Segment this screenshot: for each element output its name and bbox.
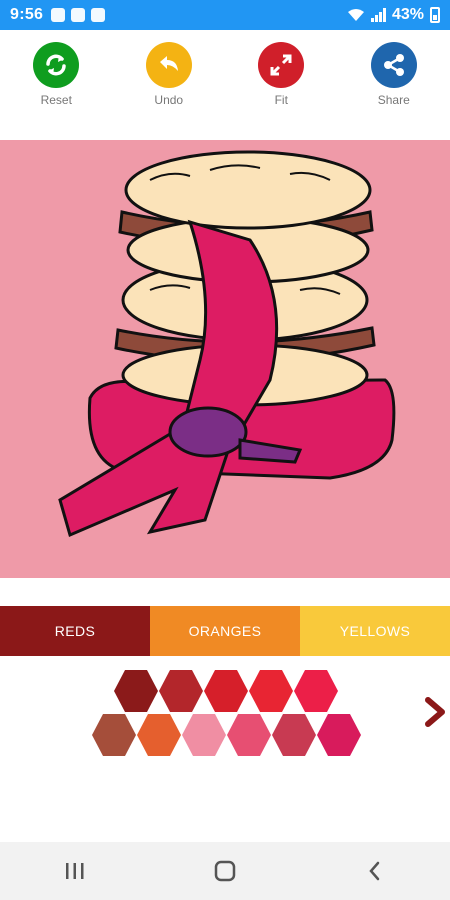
share-label: Share xyxy=(377,93,410,107)
share-icon xyxy=(370,42,417,88)
toolbar: Reset Undo Fit Share xyxy=(0,30,450,140)
color-swatch[interactable] xyxy=(249,670,293,712)
notification-icons xyxy=(51,8,106,22)
back-icon xyxy=(369,861,380,881)
fit-button[interactable]: Fit xyxy=(236,42,326,107)
color-swatch[interactable] xyxy=(92,714,136,756)
tab-yellows[interactable]: YELLOWS xyxy=(300,606,450,656)
color-swatch[interactable] xyxy=(227,714,271,756)
messenger-icon xyxy=(51,8,66,22)
color-swatch[interactable] xyxy=(272,714,316,756)
app-notification-icon xyxy=(71,8,86,22)
recent-apps-icon xyxy=(66,863,84,879)
color-swatch[interactable] xyxy=(114,670,158,712)
reset-button[interactable]: Reset xyxy=(11,42,101,107)
expand-icon xyxy=(258,42,305,88)
color-swatch[interactable] xyxy=(182,714,226,756)
wifi-icon xyxy=(347,9,364,21)
undo-icon xyxy=(145,42,192,88)
battery-percent: 43% xyxy=(391,6,424,23)
color-category-tabs: REDS ORANGES YELLOWS xyxy=(0,606,450,656)
tab-oranges[interactable]: ORANGES xyxy=(150,606,300,656)
status-bar: 9:56 43% xyxy=(0,0,450,30)
status-right: 43% xyxy=(347,6,440,24)
signal-icon xyxy=(370,8,386,22)
color-swatch[interactable] xyxy=(204,670,248,712)
status-time: 9:56 xyxy=(10,6,44,23)
calendar-icon xyxy=(91,8,106,22)
color-swatch[interactable] xyxy=(159,670,203,712)
tab-reds[interactable]: REDS xyxy=(0,606,150,656)
share-button[interactable]: Share xyxy=(349,42,439,107)
refresh-icon xyxy=(33,42,80,88)
color-swatch[interactable] xyxy=(294,670,338,712)
app-screen: 9:56 43% Reset Undo Fit Share REDS ORANG… xyxy=(0,0,450,900)
color-swatch[interactable] xyxy=(137,714,181,756)
undo-label: Undo xyxy=(154,93,184,107)
back-button[interactable] xyxy=(345,851,405,891)
macaron-picture xyxy=(58,150,396,538)
recent-apps-button[interactable] xyxy=(45,851,105,891)
battery-icon xyxy=(430,7,440,23)
coloring-canvas[interactable] xyxy=(0,140,450,578)
color-palette xyxy=(0,662,450,772)
undo-button[interactable]: Undo xyxy=(124,42,214,107)
navigation-bar xyxy=(0,842,450,900)
fit-label: Fit xyxy=(274,93,288,107)
home-icon xyxy=(214,860,236,882)
reset-label: Reset xyxy=(40,93,72,107)
home-button[interactable] xyxy=(195,851,255,891)
chevron-right-icon[interactable] xyxy=(420,692,450,732)
color-swatch[interactable] xyxy=(317,714,361,756)
